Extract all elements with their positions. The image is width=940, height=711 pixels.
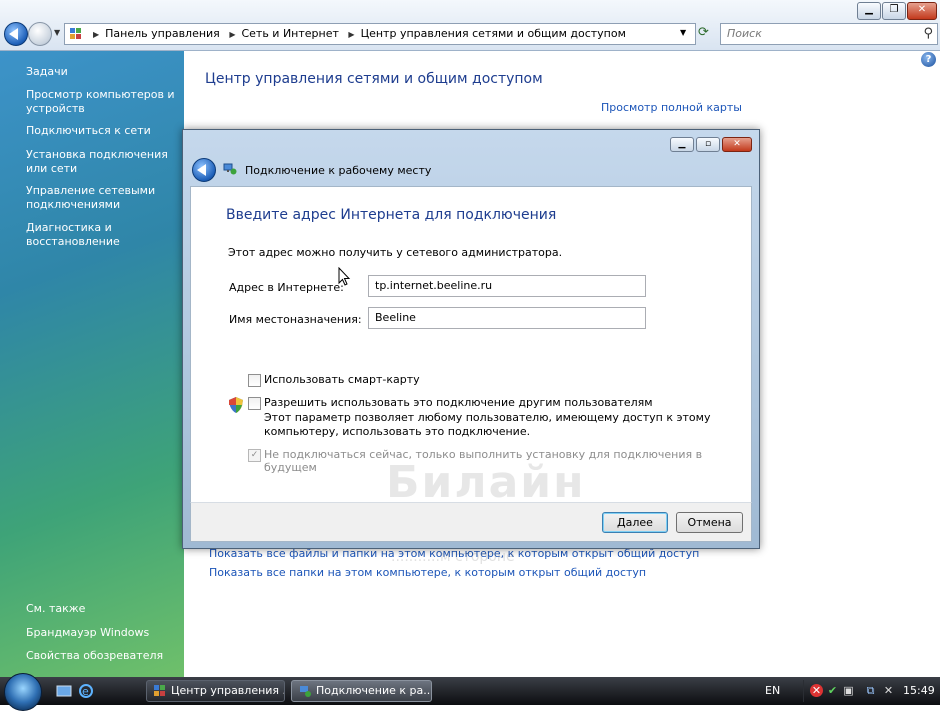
chevron-right-icon[interactable]: ▶ (93, 30, 99, 39)
link-windows-firewall[interactable]: Брандмауэр Windows (26, 626, 176, 640)
breadcrumb-network-internet[interactable]: Сеть и Интернет (241, 27, 338, 40)
chevron-right-icon[interactable]: ▶ (348, 30, 354, 39)
network-icon[interactable]: ⧉ (864, 684, 877, 697)
internet-address-input[interactable]: tp.internet.beeline.ru (368, 275, 646, 297)
link-internet-options[interactable]: Свойства обозревателя (26, 649, 176, 663)
clock[interactable]: 15:49 (903, 684, 935, 697)
search-icon[interactable]: ⚲ (923, 26, 933, 41)
minimize-button[interactable]: ▁ (857, 2, 881, 20)
dialog-maximize-button[interactable]: ▫ (696, 137, 720, 152)
dialog-title: Подключение к рабочему месту (245, 164, 432, 177)
watermark-tagline: ...........м стороне (391, 549, 515, 565)
search-placeholder: Поиск (727, 27, 762, 40)
history-dropdown-icon[interactable]: ▼ (54, 28, 60, 37)
arrow-left-icon (197, 164, 206, 176)
dont-connect-checkbox: ✓ (248, 449, 261, 462)
address-dropdown-icon[interactable]: ▼ (680, 28, 686, 37)
internet-explorer-icon[interactable]: e (78, 683, 94, 699)
explorer-toolbar: ▼ ▶ Панель управления ▶ Сеть и Интернет ▶ Ц… (0, 0, 940, 51)
workplace-connection-icon (300, 686, 311, 697)
taskbar-workplace-connection-label: Подключение к ра... (316, 684, 432, 697)
tasks-header: Задачи (26, 65, 68, 78)
task-connect-network[interactable]: Подключиться к сети (26, 124, 176, 138)
dialog-close-button[interactable]: ✕ (722, 137, 752, 152)
back-button[interactable] (4, 22, 28, 46)
help-icon[interactable]: ? (921, 52, 936, 67)
workplace-connection-icon (223, 163, 237, 175)
next-button[interactable]: Далее (602, 512, 668, 533)
taskbar: e Центр управления ... Подключение к ра.… (0, 673, 940, 711)
control-panel-icon (154, 685, 165, 696)
allow-others-label[interactable]: Разрешить использовать это подключение д… (264, 396, 653, 409)
close-button[interactable]: ✕ (907, 2, 937, 20)
task-view-computers[interactable]: Просмотр компьютеров и устройств (26, 88, 176, 116)
breadcrumb-network-center[interactable]: Центр управления сетями и общим доступом (361, 27, 626, 40)
tray-app-icon[interactable]: ▣ (842, 684, 855, 697)
link-show-shared-folders[interactable]: Показать все папки на этом компьютере, к… (209, 566, 646, 579)
forward-button[interactable] (28, 22, 52, 46)
security-alert-icon[interactable]: ✕ (810, 684, 823, 697)
maximize-button[interactable]: ❐ (882, 2, 906, 20)
see-also-header: См. также (26, 602, 86, 615)
search-input[interactable]: Поиск ⚲ (720, 23, 938, 45)
mouse-cursor-icon (338, 267, 351, 286)
dialog-hint: Этот адрес можно получить у сетевого адм… (228, 246, 563, 259)
control-panel-icon (70, 28, 81, 39)
dont-connect-label: Не подключаться сейчас, только выполнить… (264, 448, 703, 474)
task-manage-connections[interactable]: Управление сетевыми подключениями (26, 184, 176, 212)
destination-label: Имя местоназначения: (229, 313, 362, 326)
uac-shield-icon (229, 397, 243, 413)
taskbar-network-center[interactable]: Центр управления ... (146, 680, 285, 702)
show-desktop-icon[interactable] (56, 683, 72, 699)
address-bar[interactable]: ▶ Панель управления ▶ Сеть и Интернет ▶ Цен… (64, 23, 696, 45)
allow-others-description-2: компьютеру, использовать это подключение… (264, 425, 531, 438)
chevron-right-icon[interactable]: ▶ (229, 30, 235, 39)
breadcrumb: ▶ Панель управления ▶ Сеть и Интернет ▶ Цен… (87, 27, 626, 40)
dialog-footer: Далее Отмена (190, 502, 752, 542)
dialog-minimize-button[interactable]: ▁ (670, 137, 694, 152)
vpn-connection-dialog: ▁ ▫ ✕ Подключение к рабочему месту Билай… (182, 129, 760, 565)
address-label: Адрес в Интернете: (229, 281, 344, 294)
task-pane: Задачи Просмотр компьютеров и устройств … (0, 51, 184, 677)
breadcrumb-control-panel[interactable]: Панель управления (105, 27, 220, 40)
taskbar-workplace-connection[interactable]: Подключение к ра... (291, 680, 432, 702)
smartcard-checkbox[interactable] (248, 374, 261, 387)
full-map-link[interactable]: Просмотр полной карты (601, 101, 742, 114)
allow-others-description: Этот параметр позволяет любому пользоват… (264, 411, 711, 424)
start-button[interactable] (4, 673, 42, 711)
taskbar-network-center-label: Центр управления ... (171, 684, 285, 697)
language-indicator[interactable]: EN (765, 684, 780, 697)
dialog-back-button[interactable] (192, 158, 216, 182)
cancel-button[interactable]: Отмена (676, 512, 743, 533)
smartcard-label[interactable]: Использовать смарт-карту (264, 373, 420, 386)
allow-others-checkbox[interactable] (248, 397, 261, 410)
volume-muted-icon[interactable]: ✕ (882, 684, 895, 697)
page-title: Центр управления сетями и общим доступом (205, 71, 543, 87)
refresh-icon[interactable]: ⟳ (698, 25, 714, 41)
svg-text:e: e (82, 685, 89, 698)
destination-name-input[interactable]: Beeline (368, 307, 646, 329)
dialog-heading: Введите адрес Интернета для подключения (226, 207, 557, 223)
task-diagnose[interactable]: Диагностика и восстановление (26, 221, 176, 249)
check-icon[interactable]: ✔ (826, 684, 839, 697)
arrow-left-icon (9, 28, 18, 40)
task-setup-connection[interactable]: Установка подключения или сети (26, 148, 176, 176)
dialog-body: Билайн ...........м стороне Введите адре… (190, 186, 752, 565)
